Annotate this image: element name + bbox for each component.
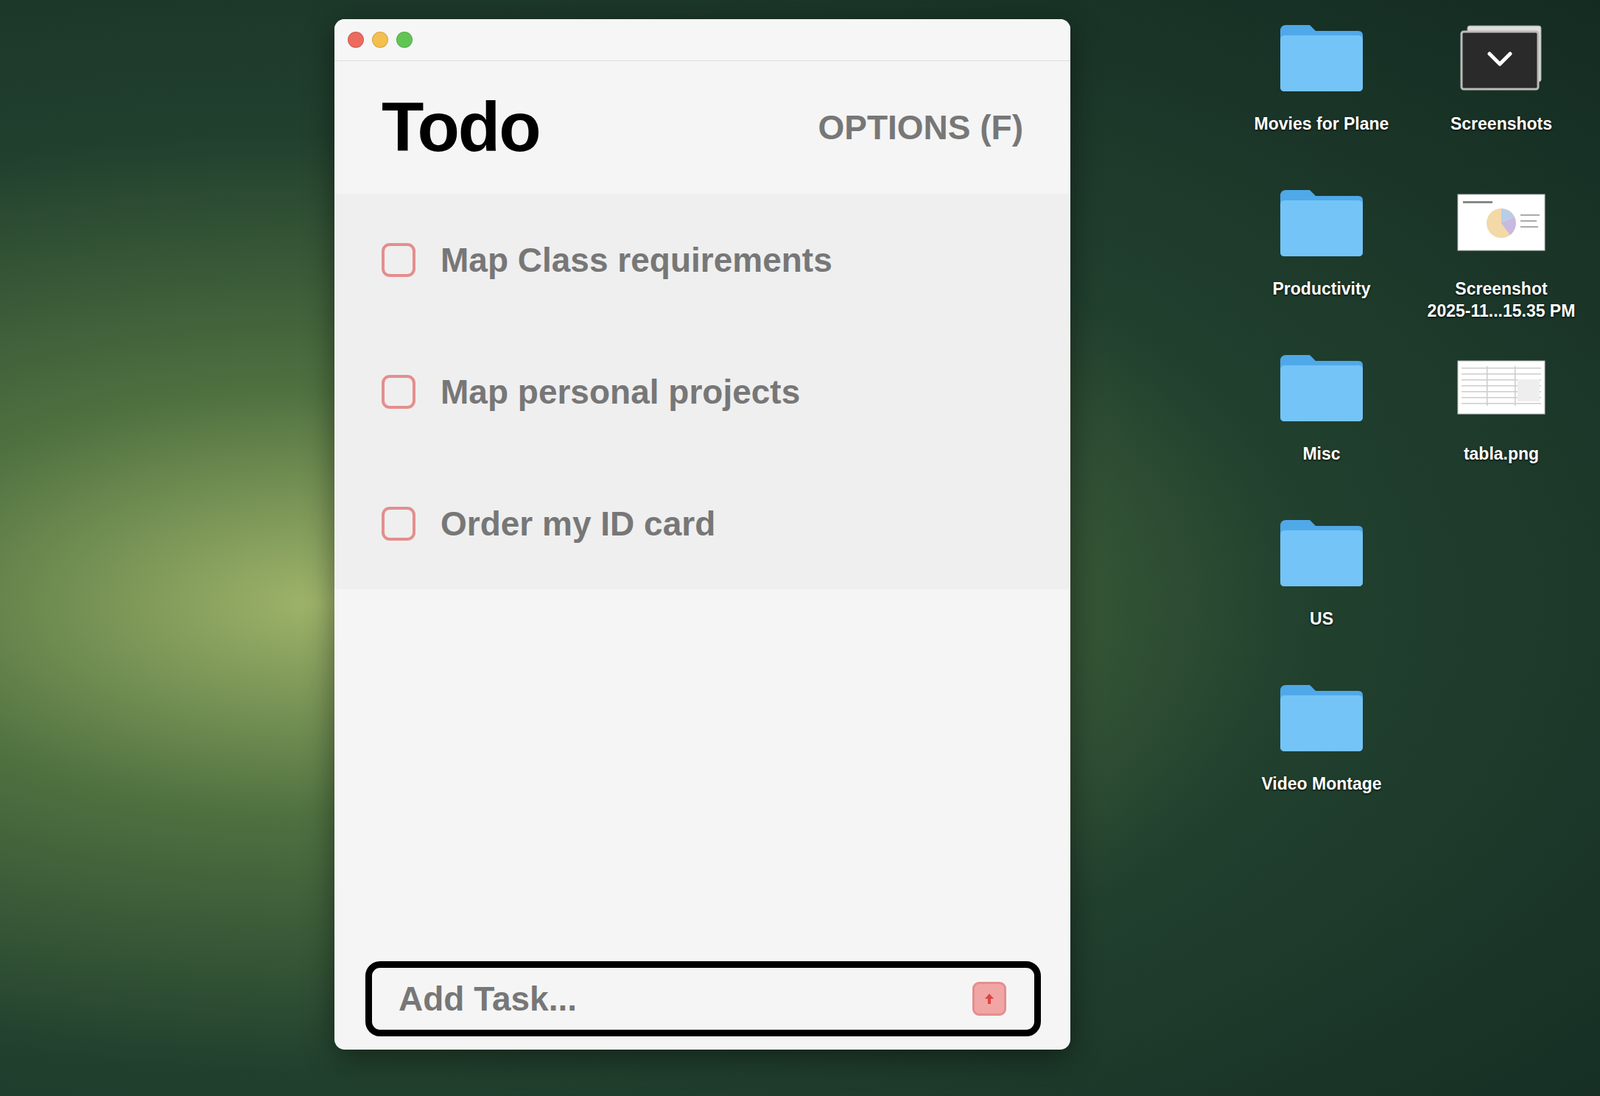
footer bbox=[334, 961, 1071, 1050]
task-list: Map Class requirements Map personal proje… bbox=[334, 193, 1071, 590]
title-bar bbox=[334, 19, 1071, 62]
desktop-icon[interactable]: Movies for Plane bbox=[1231, 11, 1412, 177]
arrow-up-icon bbox=[981, 990, 998, 1007]
task-checkbox[interactable] bbox=[381, 243, 416, 277]
minimize-button[interactable] bbox=[372, 31, 389, 48]
folder-icon bbox=[1277, 20, 1366, 95]
desktop-icon-image bbox=[1269, 11, 1374, 104]
task-row: Map personal projects bbox=[334, 325, 1071, 458]
task-label: Map personal projects bbox=[440, 372, 800, 412]
desktop-icon[interactable]: Misc bbox=[1231, 341, 1412, 507]
desktop-icon-label: Screenshots bbox=[1450, 113, 1553, 136]
header: Todo OPTIONS (F) bbox=[334, 61, 1071, 194]
desktop-icon-image bbox=[1269, 506, 1374, 599]
desktop-icon-label: US bbox=[1309, 608, 1334, 631]
table-thumbnail-icon bbox=[1457, 360, 1546, 415]
desktop-icon-label: Productivity bbox=[1272, 278, 1371, 301]
desktop-icon-image bbox=[1449, 341, 1553, 434]
desktop-icon-image bbox=[1449, 176, 1553, 269]
screenshot-thumbnail-icon bbox=[1457, 193, 1546, 252]
desktop-icon[interactable]: tabla.png bbox=[1411, 341, 1592, 507]
desktop-icon-label: Video Montage bbox=[1261, 773, 1382, 796]
desktop-icon[interactable]: Screenshots bbox=[1411, 11, 1592, 177]
add-task-button[interactable] bbox=[972, 981, 1007, 1016]
desktop-icon-image bbox=[1269, 341, 1374, 434]
desktop-icon-image bbox=[1269, 671, 1374, 764]
desktop-icon-image bbox=[1449, 11, 1553, 104]
add-task-box bbox=[365, 961, 1041, 1037]
desktop-icon-image bbox=[1269, 176, 1374, 269]
folder-icon bbox=[1277, 515, 1366, 590]
todo-window: TodoOPTIONS (F)Map Class requirementsMap… bbox=[334, 19, 1071, 1050]
options-button[interactable]: OPTIONS (F) bbox=[817, 107, 1024, 148]
zoom-button[interactable] bbox=[396, 31, 413, 48]
task-row: Order my ID card bbox=[334, 457, 1071, 590]
desktop-icon-label: Misc bbox=[1302, 443, 1340, 466]
task-row: Map Class requirements bbox=[334, 193, 1071, 326]
folder-icon bbox=[1277, 185, 1366, 260]
app-title: Todo bbox=[381, 87, 540, 168]
desktop-icon-label: tabla.png bbox=[1463, 443, 1539, 466]
desktop-icon-label: Movies for Plane bbox=[1254, 113, 1390, 136]
folder-icon bbox=[1277, 350, 1366, 425]
task-label: Map Class requirements bbox=[440, 240, 833, 280]
desktop-icon[interactable]: Video Montage bbox=[1231, 671, 1412, 837]
screenshots-stack-icon bbox=[1457, 22, 1546, 93]
add-task-input[interactable] bbox=[397, 978, 961, 1020]
desktop-icon[interactable]: Screenshot 2025-11...15.35 PM bbox=[1411, 176, 1592, 342]
desktop-icons: Movies for Plane Productivity Misc US Video … bbox=[1231, 11, 1592, 837]
task-checkbox[interactable] bbox=[381, 374, 416, 409]
desktop: Movies for Plane Productivity Misc US Video … bbox=[0, 0, 1600, 1096]
desktop-icon[interactable]: US bbox=[1231, 506, 1412, 672]
desktop-icon-label: Screenshot 2025-11...15.35 PM bbox=[1427, 278, 1576, 323]
task-label: Order my ID card bbox=[440, 503, 716, 544]
close-button[interactable] bbox=[347, 31, 364, 48]
desktop-icon[interactable]: Productivity bbox=[1231, 176, 1412, 342]
task-checkbox[interactable] bbox=[381, 506, 416, 541]
folder-icon bbox=[1277, 680, 1366, 755]
